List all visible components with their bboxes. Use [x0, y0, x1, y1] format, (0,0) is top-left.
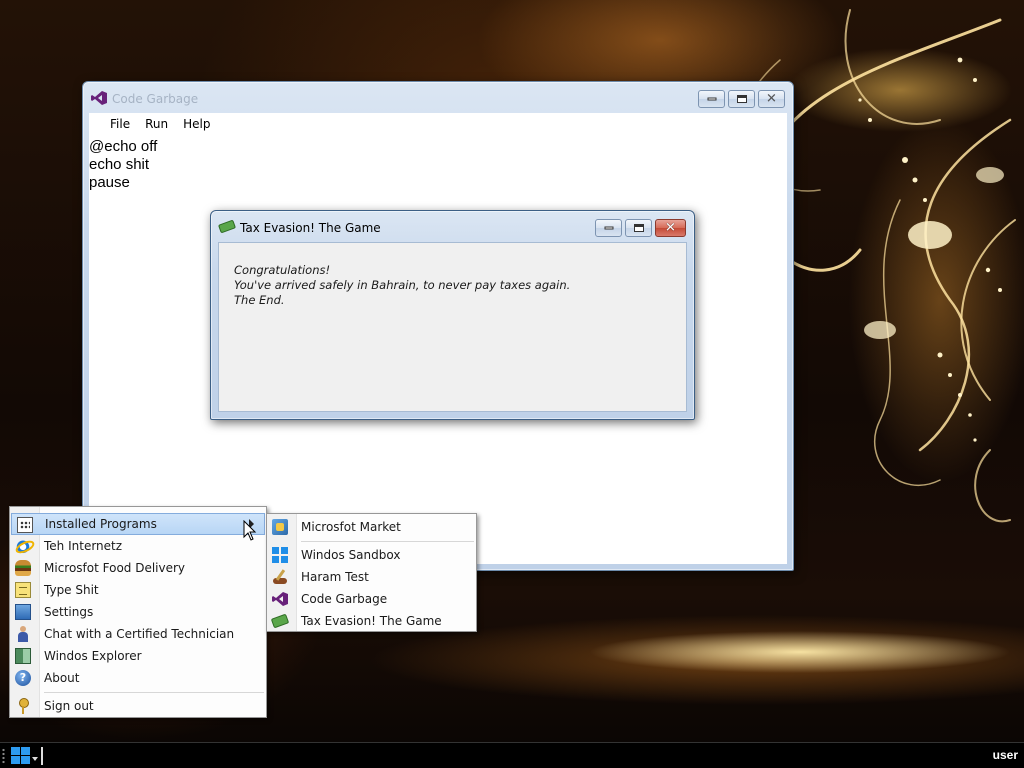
- close-icon: ✕: [665, 220, 676, 236]
- message-content: Congratulations! You've arrived safely i…: [218, 242, 687, 412]
- menu-item-teh-internetz[interactable]: Teh Internetz: [10, 535, 266, 557]
- menu-item-label: Installed Programs: [45, 517, 157, 531]
- menu-item-label: Windos Sandbox: [301, 548, 401, 562]
- start-button[interactable]: [8, 746, 38, 766]
- menu-help[interactable]: Help: [177, 113, 219, 135]
- maximize-button[interactable]: [728, 90, 755, 108]
- menu-item-label: About: [44, 671, 80, 685]
- tax-evasion-titlebar[interactable]: Tax Evasion! The Game ✕: [211, 211, 694, 241]
- dropdown-arrow-icon: [32, 757, 38, 761]
- menu-item-chat-technician[interactable]: Chat with a Certified Technician: [10, 623, 266, 645]
- code-garbage-titlebar[interactable]: Code Garbage ✕: [83, 82, 793, 112]
- taskbar-divider: [41, 747, 43, 765]
- windows-logo-icon: [11, 747, 30, 764]
- grid-icon: [17, 517, 33, 533]
- menu-item-label: Settings: [44, 605, 94, 619]
- menu-item-haram-test[interactable]: Haram Test: [267, 566, 476, 588]
- notepad-icon: [15, 582, 31, 598]
- menu-item-sign-out[interactable]: Sign out: [10, 695, 266, 717]
- visual-studio-icon: [272, 592, 288, 606]
- minimize-icon: [604, 226, 613, 230]
- menu-item-label: Tax Evasion! The Game: [301, 614, 442, 628]
- message-line: You've arrived safely in Bahrain, to nev…: [234, 278, 571, 292]
- menu-item-installed-programs[interactable]: Installed Programs: [11, 513, 265, 535]
- key-icon: [15, 698, 31, 714]
- menu-item-microsfot-market[interactable]: Microsfot Market: [267, 516, 476, 538]
- menu-item-label: Windos Explorer: [44, 649, 142, 663]
- menu-item-label: Teh Internetz: [44, 539, 123, 553]
- money-icon: [217, 219, 237, 234]
- visual-studio-icon: [91, 91, 107, 105]
- minimize-icon: [707, 97, 716, 101]
- close-button[interactable]: ✕: [655, 219, 686, 237]
- close-icon: ✕: [766, 91, 777, 107]
- tax-evasion-window[interactable]: Tax Evasion! The Game ✕ Congratulations!…: [210, 210, 695, 420]
- start-menu: Installed Programs Teh Internetz Microsf…: [9, 506, 267, 718]
- money-icon: [270, 613, 290, 629]
- menubar: File Run Help: [89, 113, 787, 135]
- maximize-icon: [736, 95, 747, 103]
- code-line: @echo off: [89, 138, 158, 155]
- menu-item-label: Sign out: [44, 699, 94, 713]
- mouse-cursor-icon: [243, 520, 257, 541]
- taskbar-grip[interactable]: [2, 748, 5, 764]
- close-button[interactable]: ✕: [758, 90, 785, 108]
- installed-programs-submenu: Microsfot Market Windos Sandbox Haram Te…: [266, 513, 477, 632]
- maximize-icon: [633, 224, 644, 232]
- menu-item-label: Microsfot Food Delivery: [44, 561, 186, 575]
- code-line: echo shit: [89, 156, 150, 173]
- ie-icon: [15, 538, 31, 554]
- burger-icon: [15, 560, 31, 576]
- menu-item-code-garbage[interactable]: Code Garbage: [267, 588, 476, 610]
- menu-item-windos-explorer[interactable]: Windos Explorer: [10, 645, 266, 667]
- brush-icon: [272, 569, 288, 585]
- menu-item-settings[interactable]: Settings: [10, 601, 266, 623]
- menu-item-label: Microsfot Market: [301, 520, 401, 534]
- user-label[interactable]: user: [993, 748, 1018, 762]
- windows-icon: [272, 547, 288, 563]
- menu-item-label: Chat with a Certified Technician: [44, 627, 235, 641]
- message-line: Congratulations!: [234, 263, 331, 277]
- person-icon: [15, 626, 31, 642]
- menu-item-food-delivery[interactable]: Microsfot Food Delivery: [10, 557, 266, 579]
- menu-item-type-shit[interactable]: Type Shit: [10, 579, 266, 601]
- menu-item-label: Haram Test: [301, 570, 369, 584]
- menu-item-label: Code Garbage: [301, 592, 388, 606]
- taskbar: user: [0, 742, 1024, 768]
- code-line: pause: [89, 174, 130, 191]
- menu-run[interactable]: Run: [139, 113, 177, 135]
- menu-file[interactable]: File: [104, 113, 139, 135]
- explorer-icon: [15, 648, 31, 664]
- menu-item-label: Type Shit: [44, 583, 99, 597]
- menu-item-about[interactable]: ? About: [10, 667, 266, 689]
- window-title: Tax Evasion! The Game: [240, 221, 381, 235]
- message-line: The End.: [234, 293, 285, 307]
- menu-item-tax-evasion[interactable]: Tax Evasion! The Game: [267, 610, 476, 632]
- menu-item-windos-sandbox[interactable]: Windos Sandbox: [267, 544, 476, 566]
- about-icon: ?: [15, 670, 31, 686]
- window-title: Code Garbage: [112, 92, 199, 106]
- maximize-button[interactable]: [625, 219, 652, 237]
- settings-icon: [15, 604, 31, 620]
- minimize-button[interactable]: [595, 219, 622, 237]
- minimize-button[interactable]: [698, 90, 725, 108]
- market-icon: [272, 519, 288, 535]
